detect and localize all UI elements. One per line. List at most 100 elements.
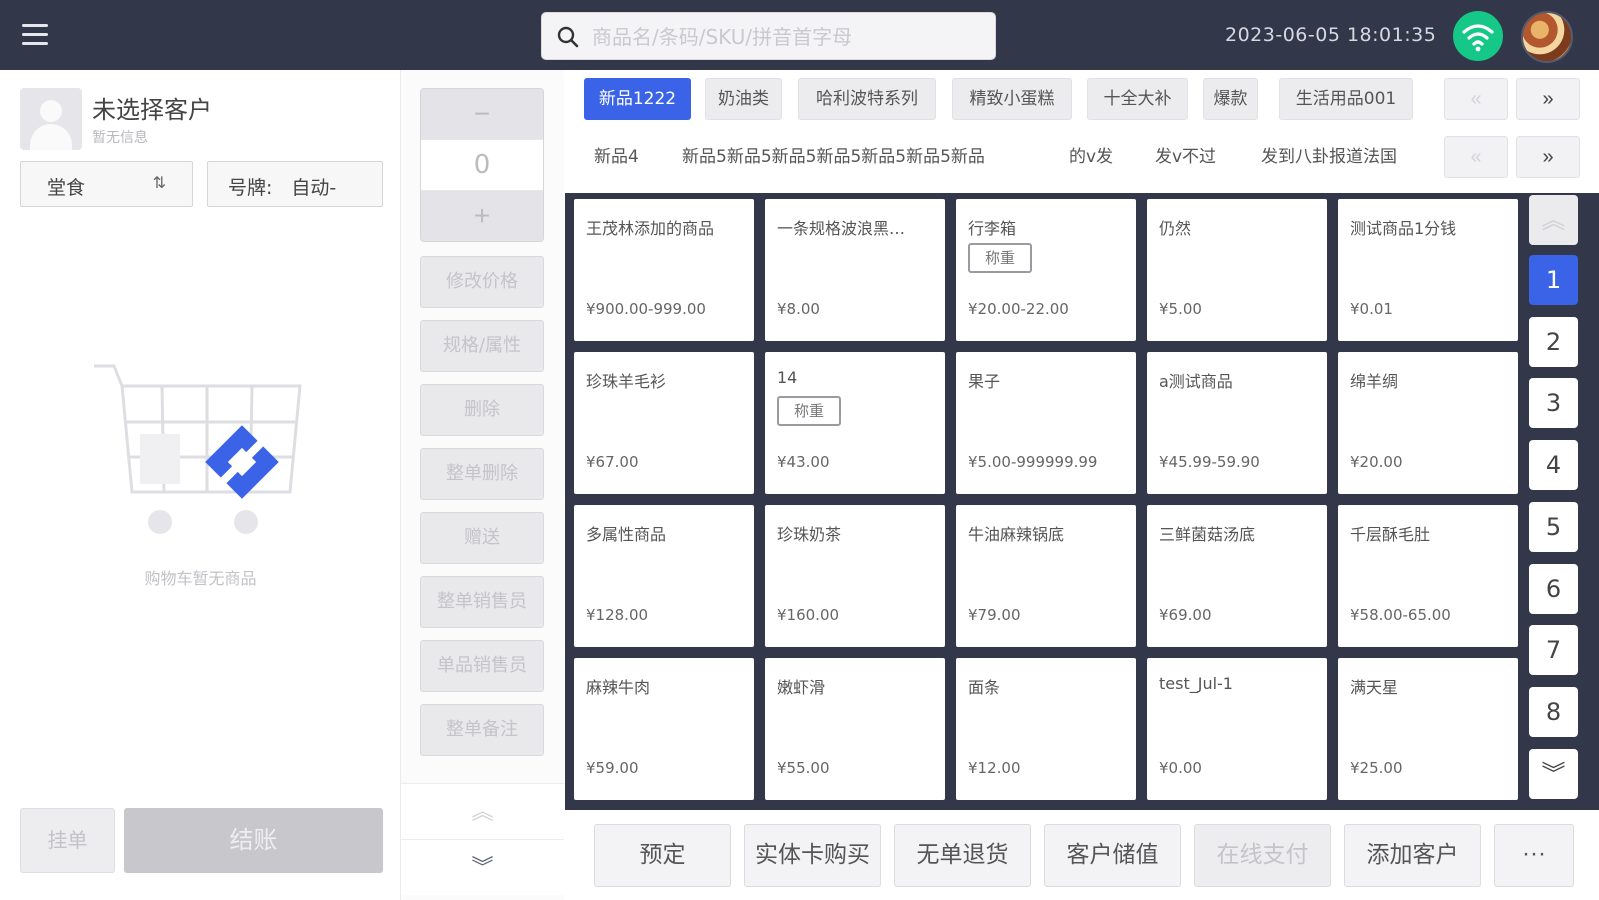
product-card[interactable]: 麻辣牛肉 ¥59.00 — [574, 658, 754, 800]
gift-button[interactable]: 赠送 — [420, 512, 544, 564]
order-note-button[interactable]: 整单备注 — [420, 704, 544, 756]
number-plate-select[interactable]: 号牌: 自动- — [207, 161, 383, 207]
subcategory-tab[interactable]: 的v发 — [1069, 142, 1113, 167]
customer-name[interactable]: 未选择客户 — [92, 90, 212, 125]
item-salesperson-button[interactable]: 单品销售员 — [420, 640, 544, 692]
page-button[interactable]: 8 — [1529, 687, 1578, 737]
product-name: 牛油麻辣锅底 — [968, 525, 1065, 544]
page-up-icon[interactable]: ︽ — [1529, 195, 1578, 245]
physical-card-button[interactable]: 实体卡购买 — [744, 824, 881, 887]
product-price: ¥8.00 — [777, 300, 820, 318]
page-button[interactable]: 5 — [1529, 502, 1578, 552]
subcategory-tab[interactable]: 发到八卦报道法国 — [1261, 142, 1397, 167]
product-card[interactable]: 测试商品1分钱 ¥0.01 — [1338, 199, 1518, 341]
dine-mode-select[interactable]: 堂食 ⇅ — [20, 161, 193, 207]
product-price: ¥0.00 — [1159, 759, 1202, 777]
wifi-icon[interactable] — [1453, 11, 1503, 61]
category-tab-tonic[interactable]: 十全大补 — [1087, 78, 1188, 120]
category-prev-icon[interactable]: « — [1444, 78, 1508, 120]
return-without-order-button[interactable]: 无单退货 — [894, 824, 1031, 887]
product-grid: 王茂林添加的商品 ¥900.00-999.00 一条规格波浪黑… ¥8.00 行… — [565, 193, 1523, 810]
product-card[interactable]: a测试商品 ¥45.99-59.90 — [1147, 352, 1327, 494]
scroll-up-icon[interactable]: ︽ — [401, 783, 564, 839]
product-card[interactable]: 三鲜菌菇汤底 ¥69.00 — [1147, 505, 1327, 647]
page-down-icon[interactable]: ︾ — [1529, 749, 1578, 799]
product-price: ¥900.00-999.00 — [586, 300, 706, 318]
more-options-icon[interactable]: ··· — [1494, 824, 1574, 887]
customer-avatar-icon[interactable] — [20, 88, 82, 150]
online-payment-button[interactable]: 在线支付 — [1194, 824, 1331, 887]
category-next-icon[interactable]: » — [1516, 78, 1580, 120]
order-salesperson-button[interactable]: 整单销售员 — [420, 576, 544, 628]
subcategory-tab[interactable]: 新品4 — [594, 142, 639, 167]
search-bar[interactable] — [541, 12, 996, 60]
page-button[interactable]: 6 — [1529, 564, 1578, 614]
product-name: 三鲜菌菇汤底 — [1159, 525, 1256, 544]
category-tab-new[interactable]: 新品1222 — [584, 78, 691, 120]
product-card[interactable]: 行李箱 称重 ¥20.00-22.00 — [956, 199, 1136, 341]
product-price: ¥12.00 — [968, 759, 1021, 777]
customer-info: 暂无信息 — [92, 130, 148, 146]
category-tab-hot[interactable]: 爆款 — [1203, 78, 1258, 120]
action-column: − 0 + 修改价格 规格/属性 删除 整单删除 赠送 整单销售员 单品销售员 … — [401, 70, 564, 900]
customer-deposit-button[interactable]: 客户储值 — [1044, 824, 1181, 887]
product-card[interactable]: 14 称重 ¥43.00 — [765, 352, 945, 494]
subcategory-prev-icon[interactable]: « — [1444, 136, 1508, 178]
increase-button[interactable]: + — [421, 191, 543, 241]
add-customer-button[interactable]: 添加客户 — [1344, 824, 1481, 887]
product-card[interactable]: 珍珠奶茶 ¥160.00 — [765, 505, 945, 647]
page-button[interactable]: 3 — [1529, 378, 1578, 428]
product-name: 面条 — [968, 678, 1001, 697]
subcategory-next-icon[interactable]: » — [1516, 136, 1580, 178]
product-price: ¥43.00 — [777, 453, 830, 471]
scroll-down-icon[interactable]: ︾ — [401, 839, 564, 895]
hamburger-menu-icon[interactable] — [22, 24, 48, 46]
category-tab-cream[interactable]: 奶油类 — [705, 78, 782, 120]
category-tab-small-cakes[interactable]: 精致小蛋糕 — [952, 78, 1072, 120]
decrease-button[interactable]: − — [421, 89, 543, 139]
spec-attribute-button[interactable]: 规格/属性 — [420, 320, 544, 372]
product-price: ¥67.00 — [586, 453, 639, 471]
product-card[interactable]: 多属性商品 ¥128.00 — [574, 505, 754, 647]
product-price: ¥25.00 — [1350, 759, 1403, 777]
product-card[interactable]: 面条 ¥12.00 — [956, 658, 1136, 800]
product-price: ¥69.00 — [1159, 606, 1212, 624]
product-card[interactable]: 果子 ¥5.00-999999.99 — [956, 352, 1136, 494]
checkout-button[interactable]: 结账 — [124, 808, 383, 873]
product-card[interactable]: test_Jul-1 ¥0.00 — [1147, 658, 1327, 800]
subcategory-tab[interactable]: 新品5新品5新品5新品5新品5新品5新品 — [682, 142, 985, 167]
delete-all-button[interactable]: 整单删除 — [420, 448, 544, 500]
category-tab-daily-goods[interactable]: 生活用品001 — [1279, 78, 1413, 120]
cart-panel: 未选择客户 暂无信息 堂食 ⇅ 号牌: 自动- 购物车暂无商品 挂单 结账 — [0, 70, 401, 900]
product-name: 珍珠奶茶 — [777, 525, 842, 544]
category-tab-harry-potter[interactable]: 哈利波特系列 — [798, 78, 936, 120]
product-name: 行李箱 — [968, 219, 1017, 238]
delete-button[interactable]: 删除 — [420, 384, 544, 436]
product-card[interactable]: 王茂林添加的商品 ¥900.00-999.00 — [574, 199, 754, 341]
product-card[interactable]: 珍珠羊毛衫 ¥67.00 — [574, 352, 754, 494]
product-card[interactable]: 绵羊绸 ¥20.00 — [1338, 352, 1518, 494]
product-card[interactable]: 仍然 ¥5.00 — [1147, 199, 1327, 341]
page-button[interactable]: 2 — [1529, 317, 1578, 367]
product-name: 测试商品1分钱 — [1350, 219, 1457, 238]
search-input[interactable] — [592, 21, 987, 53]
page-button[interactable]: 4 — [1529, 440, 1578, 490]
product-card[interactable]: 牛油麻辣锅底 ¥79.00 — [956, 505, 1136, 647]
modify-price-button[interactable]: 修改价格 — [420, 256, 544, 308]
product-card[interactable]: 一条规格波浪黑… ¥8.00 — [765, 199, 945, 341]
product-name: 一条规格波浪黑… — [777, 219, 906, 238]
user-avatar[interactable] — [1521, 11, 1573, 63]
hang-order-button[interactable]: 挂单 — [20, 808, 115, 873]
page-button[interactable]: 1 — [1529, 255, 1578, 305]
product-card[interactable]: 千层酥毛肚 ¥58.00-65.00 — [1338, 505, 1518, 647]
product-card[interactable]: 满天星 ¥25.00 — [1338, 658, 1518, 800]
reserve-button[interactable]: 预定 — [594, 824, 731, 887]
product-card[interactable]: 嫩虾滑 ¥55.00 — [765, 658, 945, 800]
weighing-tag: 称重 — [777, 396, 841, 426]
quantity-value[interactable]: 0 — [421, 140, 543, 190]
product-name: 14 — [777, 368, 798, 387]
page-button[interactable]: 7 — [1529, 625, 1578, 675]
product-name: a测试商品 — [1159, 372, 1233, 391]
product-name: 王茂林添加的商品 — [586, 219, 715, 238]
subcategory-tab[interactable]: 发v不过 — [1155, 142, 1216, 167]
